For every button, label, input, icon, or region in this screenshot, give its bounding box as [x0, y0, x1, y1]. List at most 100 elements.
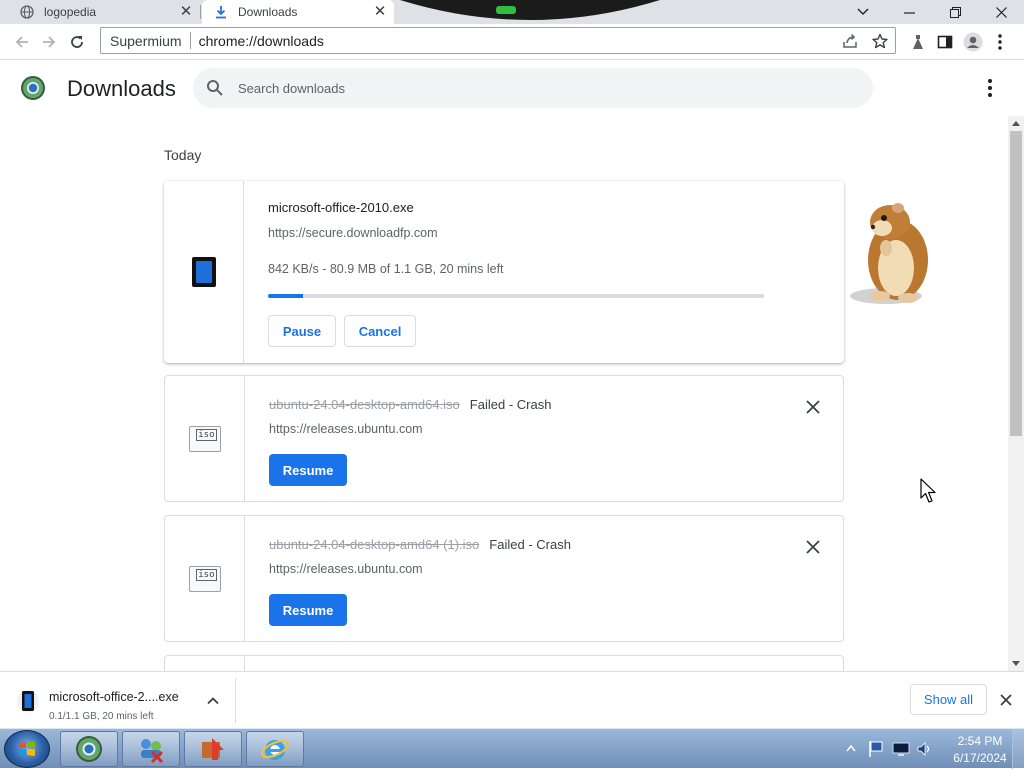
tab-logopedia[interactable]: logopedia ✕	[0, 0, 200, 24]
network-users-icon	[141, 739, 164, 764]
bookmark-star-icon[interactable]	[871, 32, 889, 50]
exe-file-icon	[191, 257, 216, 287]
downloads-header: Downloads	[0, 60, 1024, 116]
iso-label: iso	[196, 568, 217, 581]
side-panel-icon[interactable]	[935, 32, 955, 52]
hamster-mascot-icon[interactable]	[846, 198, 938, 308]
forward-arrow-icon	[43, 36, 56, 48]
iso-label: iso	[196, 428, 217, 441]
iso-file-icon: iso	[188, 565, 221, 592]
file-icon-column	[165, 656, 245, 671]
downloads-more-menu-icon[interactable]	[980, 78, 1000, 98]
cancel-button[interactable]: Cancel	[344, 315, 416, 347]
download-shelf: microsoft-office-2....exe 0.1/1.1 GB, 20…	[0, 671, 1024, 728]
scrollbar-thumb[interactable]	[1010, 131, 1022, 436]
shelf-download-item[interactable]: microsoft-office-2....exe 0.1/1.1 GB, 20…	[10, 678, 236, 723]
resume-button[interactable]: Resume	[269, 594, 347, 626]
file-url[interactable]: https://secure.downloadfp.com	[268, 226, 438, 240]
extensions-icon[interactable]	[908, 32, 928, 52]
action-center-flag-icon[interactable]	[868, 740, 884, 758]
download-icon	[214, 5, 228, 19]
address-bar[interactable]: Supermium chrome://downloads	[100, 27, 896, 54]
network-status-icon[interactable]	[892, 741, 910, 757]
tab-divider	[200, 5, 201, 19]
omnibox-divider	[189, 32, 191, 49]
progress-text: 842 KB/s - 80.9 MB of 1.1 GB, 20 mins le…	[268, 262, 504, 276]
volume-icon[interactable]	[916, 741, 932, 757]
iso-file-icon: iso	[188, 425, 221, 452]
reload-icon	[71, 36, 83, 48]
site-label: Supermium	[110, 32, 182, 49]
remove-item-icon[interactable]	[805, 539, 821, 555]
tools-app-icon	[202, 738, 224, 760]
clock-date[interactable]: 6/17/2024	[950, 751, 1010, 765]
progress-bar	[268, 294, 764, 298]
file-url[interactable]: https://releases.ubuntu.com	[269, 422, 423, 436]
windows-logo-icon	[19, 741, 35, 756]
tab-search-icon[interactable]	[840, 0, 886, 24]
url-text[interactable]: chrome://downloads	[199, 33, 324, 49]
back-arrow-icon	[15, 36, 28, 48]
file-icon-column: iso	[165, 376, 245, 501]
tab-title: Downloads	[238, 5, 298, 19]
taskbar-internet-explorer[interactable]	[246, 731, 304, 767]
download-item: iso ubuntu-24.04-desktop-amd64.iso Failed…	[164, 375, 844, 502]
tab-downloads[interactable]: Downloads ✕	[202, 0, 394, 24]
show-desktop-button[interactable]	[1012, 729, 1024, 769]
download-item	[164, 655, 844, 671]
internet-explorer-icon	[261, 739, 289, 760]
search-box[interactable]	[193, 68, 873, 108]
progress-bar-fill	[268, 294, 303, 298]
download-item: iso ubuntu-24.04-desktop-amd64 (1).iso Fa…	[164, 515, 844, 642]
reload-button[interactable]	[65, 30, 89, 54]
back-button[interactable]	[10, 30, 34, 54]
scroll-up-arrow-icon[interactable]	[1012, 121, 1020, 126]
profile-avatar-icon[interactable]	[963, 32, 983, 52]
scroll-down-arrow-icon[interactable]	[1012, 661, 1020, 666]
remove-item-icon[interactable]	[805, 399, 821, 415]
file-name: ubuntu-24.04-desktop-amd64 (1).iso	[269, 537, 480, 552]
taskbar-supermium[interactable]	[60, 731, 118, 767]
file-name[interactable]: microsoft-office-2010.exe	[268, 200, 414, 215]
pause-button[interactable]: Pause	[268, 315, 336, 347]
failed-status: Failed - Crash	[489, 537, 571, 552]
file-name: ubuntu-24.04-desktop-amd64.iso	[269, 397, 460, 412]
browser-toolbar: Supermium chrome://downloads	[0, 24, 1024, 60]
show-all-button[interactable]: Show all	[910, 684, 987, 715]
close-tab-icon[interactable]: ✕	[178, 4, 194, 20]
taskbar-network[interactable]	[122, 731, 180, 767]
clock-time[interactable]: 2:54 PM	[950, 734, 1010, 748]
start-button[interactable]	[4, 730, 50, 768]
menu-icon[interactable]	[990, 32, 1010, 52]
shelf-file-status: 0.1/1.1 GB, 20 mins left	[49, 711, 154, 722]
close-shelf-icon[interactable]	[998, 692, 1014, 708]
page-title: Downloads	[67, 76, 176, 101]
restore-button[interactable]	[932, 0, 978, 24]
exe-file-icon	[17, 690, 39, 712]
download-item: microsoft-office-2010.exe https://secure…	[164, 181, 844, 363]
file-icon-column	[164, 181, 244, 363]
share-icon[interactable]	[841, 32, 859, 50]
tab-title: logopedia	[44, 5, 97, 19]
date-section-label: Today	[164, 147, 202, 163]
system-tray: 2:54 PM 6/17/2024	[840, 729, 1024, 769]
search-input[interactable]	[238, 80, 838, 96]
file-url[interactable]: https://releases.ubuntu.com	[269, 562, 423, 576]
mouse-cursor-icon	[920, 478, 936, 503]
windows-taskbar: 2:54 PM 6/17/2024	[0, 728, 1024, 769]
vertical-scrollbar[interactable]	[1008, 116, 1024, 671]
taskbar-app[interactable]	[184, 731, 242, 767]
minimize-button[interactable]	[886, 0, 932, 24]
tab-strip: logopedia ✕ Downloads ✕	[0, 0, 1024, 24]
file-icon-column: iso	[165, 516, 245, 641]
close-window-button[interactable]	[978, 0, 1024, 24]
forward-button[interactable]	[37, 30, 61, 54]
shelf-file-name: microsoft-office-2....exe	[49, 690, 179, 704]
supermium-logo-icon	[21, 76, 45, 100]
failed-status: Failed - Crash	[469, 397, 552, 412]
titlebar-decoration	[400, 0, 660, 20]
show-hidden-icons-icon[interactable]	[846, 744, 856, 752]
resume-button[interactable]: Resume	[269, 454, 347, 486]
chevron-up-icon[interactable]	[206, 694, 220, 708]
close-tab-icon[interactable]: ✕	[372, 4, 388, 20]
